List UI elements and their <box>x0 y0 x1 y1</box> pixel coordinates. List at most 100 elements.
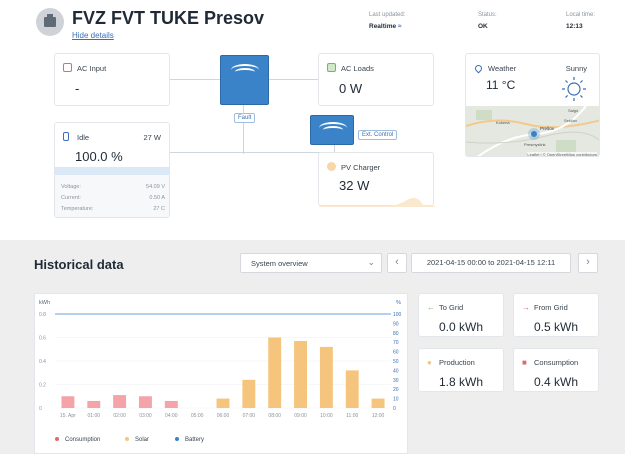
local-time-value: 12:13 <box>566 23 583 30</box>
ac-input-value: - <box>75 81 80 96</box>
x-tick-label: 08:00 <box>268 413 281 419</box>
battery-temperature: 27 C <box>153 206 165 212</box>
bar-consumption <box>87 400 101 408</box>
consumption-icon: ■ <box>522 358 527 367</box>
ac-loads-value: 0 W <box>339 81 363 96</box>
from-grid-stat: → From Grid 0.5 kWh <box>513 293 599 337</box>
to-grid-value: 0.0 kWh <box>439 320 484 334</box>
y2-tick-label: 10 <box>393 397 399 403</box>
history-chart-panel: kWh% 0.8 0.6 0.4 0.2 0 100 90 80 70 60 50 40 30 20 10 0 1… <box>34 293 408 454</box>
y2-tick-label: 0 <box>393 406 396 412</box>
bar-consumption <box>61 396 75 408</box>
legend-solar[interactable]: Solar <box>125 437 149 443</box>
consumption-value: 0.4 kWh <box>534 375 579 389</box>
y-tick-label: 0.8 <box>39 312 46 318</box>
x-tick-label: 06:00 <box>217 413 230 419</box>
status: Status: OK <box>478 12 497 30</box>
historical-section: Historical data System overview ⌄ ‹ 2021… <box>0 240 625 454</box>
x-tick-label: 15. Apr <box>60 413 76 419</box>
sun-icon <box>327 162 336 171</box>
bar-consumption <box>113 395 127 408</box>
y2-tick-label: 40 <box>393 368 399 374</box>
x-tick-label: 09:00 <box>294 413 307 419</box>
inverter-icon[interactable] <box>310 115 354 145</box>
connector-line <box>170 152 320 153</box>
ac-input-title: AC Input <box>77 64 107 73</box>
bar-solar <box>319 346 333 408</box>
arrow-right-icon: → <box>522 303 530 312</box>
next-period-button[interactable]: › <box>578 253 598 273</box>
from-grid-value: 0.5 kWh <box>534 320 579 334</box>
y2-tick-label: 70 <box>393 340 399 346</box>
last-updated-value: Realtime <box>369 23 397 30</box>
sunny-icon <box>562 77 586 101</box>
ac-input-card[interactable]: AC Input - <box>54 53 170 106</box>
connector-line <box>268 79 318 80</box>
y2-axis-label: % <box>396 300 401 306</box>
bar-solar <box>216 398 230 408</box>
battery-soc-bar <box>55 167 169 175</box>
ac-loads-card[interactable]: AC Loads 0 W <box>318 53 434 106</box>
pv-charger-card[interactable]: PV Charger 32 W <box>318 152 435 207</box>
x-tick-label: 12:00 <box>372 413 385 419</box>
battery-current: 0.50 A <box>149 195 165 201</box>
y2-tick-label: 90 <box>393 321 399 327</box>
bar-solar <box>242 379 256 408</box>
y2-tick-label: 20 <box>393 387 399 393</box>
battery-details: Voltage: 54.09 V Current: 0.50 A Tempera… <box>55 175 169 217</box>
site-icon <box>36 8 64 36</box>
x-tick-label: 04:00 <box>165 413 178 419</box>
historical-title: Historical data <box>34 257 124 272</box>
bar-solar <box>294 341 307 408</box>
legend-consumption[interactable]: Consumption <box>55 437 100 443</box>
y2-tick-label: 60 <box>393 350 399 356</box>
inverter-icon[interactable] <box>220 55 269 105</box>
history-chart[interactable]: kWh %0.80.60.40.2010090807060504030201001… <box>35 294 409 434</box>
connector-line <box>243 104 244 154</box>
battery-soc: 100.0 % <box>75 149 123 164</box>
y2-tick-label: 80 <box>393 331 399 337</box>
status-value: OK <box>478 23 488 30</box>
battery-power: 27 W <box>143 133 161 142</box>
bar-solar <box>371 398 385 408</box>
battery-card[interactable]: Idle 27 W 100.0 % Voltage: 54.09 V Curre… <box>54 122 170 218</box>
x-tick-label: 01:00 <box>88 413 101 419</box>
map-tiles <box>466 105 599 156</box>
prev-period-button[interactable]: ‹ <box>387 253 407 273</box>
ac-loads-icon <box>327 63 336 72</box>
chevron-down-icon: ⌄ <box>367 257 375 267</box>
pv-charger-title: PV Charger <box>341 163 381 172</box>
site-title: FVZ FVT TUKE Presov <box>72 8 265 28</box>
y2-tick-label: 100 <box>393 312 402 318</box>
weather-condition: Sunny <box>565 64 587 73</box>
y-tick-label: 0.6 <box>39 336 46 342</box>
map-attribution: Leaflet | © OpenStreetMap contributors <box>527 152 597 157</box>
y-axis-label: kWh <box>39 300 50 306</box>
fault-tag[interactable]: Fault <box>234 113 256 123</box>
y-tick-label: 0.4 <box>39 359 46 365</box>
pv-sparkline <box>319 197 435 207</box>
y2-tick-label: 50 <box>393 359 399 365</box>
x-tick-label: 10:00 <box>320 413 333 419</box>
y-tick-label: 0 <box>39 406 42 412</box>
bar-solar <box>345 370 359 408</box>
date-range[interactable]: 2021-04-15 00:00 to 2021-04-15 12:11 <box>411 253 571 273</box>
weather-title: Weather <box>488 64 517 73</box>
x-tick-label: 07:00 <box>243 413 256 419</box>
ac-loads-title: AC Loads <box>341 64 374 73</box>
connector-line <box>170 79 222 80</box>
battery-voltage: 54.09 V <box>146 184 165 190</box>
view-select[interactable]: System overview ⌄ <box>240 253 382 273</box>
sun-icon: ● <box>427 358 432 367</box>
weather-card[interactable]: Weather Sunny 11 °C Salgó Kokeria Sekčov… <box>465 53 600 157</box>
weather-map[interactable]: Salgó Kokeria Sekčov Prešov Presmyslink … <box>466 105 599 157</box>
chevron-right-icon: › <box>586 256 590 268</box>
legend-battery[interactable]: Battery <box>175 437 204 443</box>
hide-details-link[interactable]: Hide details <box>72 31 114 40</box>
production-stat: ● Production 1.8 kWh <box>418 348 504 392</box>
bar-consumption <box>139 396 152 408</box>
location-pin-icon <box>473 63 484 74</box>
realtime-icon: ≈ <box>397 23 402 30</box>
bar-solar <box>268 337 282 408</box>
ext-control-tag[interactable]: Ext. Control <box>358 130 398 140</box>
